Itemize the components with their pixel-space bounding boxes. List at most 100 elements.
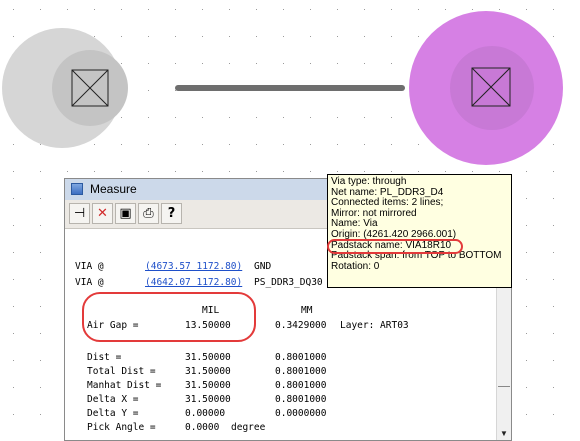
delta-y-mil: 0.00000 xyxy=(185,408,226,419)
grid-dot xyxy=(310,144,311,145)
grid-dot xyxy=(40,9,41,10)
grid-dot xyxy=(553,171,554,172)
grid-dot xyxy=(364,63,365,64)
grid-dot xyxy=(391,36,392,37)
grid-dot xyxy=(202,144,203,145)
grid-dot xyxy=(229,9,230,10)
manhat-dist-mm: 0.8001000 xyxy=(275,380,327,391)
grid-dot xyxy=(40,333,41,334)
grid-dot xyxy=(553,333,554,334)
grid-dot xyxy=(148,90,149,91)
via-info-tooltip: Via type: through Net name: PL_DDR3_D4 C… xyxy=(327,174,512,288)
grid-dot xyxy=(526,387,527,388)
grid-dot xyxy=(337,171,338,172)
grid-dot xyxy=(256,9,257,10)
pick-angle-value: 0.0000 xyxy=(185,422,220,433)
grid-dot xyxy=(553,9,554,10)
grid-dot xyxy=(13,333,14,334)
help-icon[interactable]: ? xyxy=(161,203,182,224)
grid-dot xyxy=(175,171,176,172)
total-dist-label: Total Dist = xyxy=(87,366,156,377)
dist-mil: 31.50000 xyxy=(185,352,231,363)
tooltip-line: Via type: through xyxy=(331,176,407,187)
grid-dot xyxy=(13,198,14,199)
grid-dot xyxy=(499,9,500,10)
grid-dot xyxy=(553,252,554,253)
grid-dot xyxy=(13,225,14,226)
grid-dot xyxy=(526,171,527,172)
close-icon[interactable]: ✕ xyxy=(92,203,113,224)
grid-dot xyxy=(283,171,284,172)
grid-dot xyxy=(445,9,446,10)
grid-dot xyxy=(13,252,14,253)
air-gap-highlight xyxy=(82,292,256,342)
save-icon[interactable]: ▣ xyxy=(115,203,136,224)
grid-dot xyxy=(526,333,527,334)
delta-y-mm: 0.0000000 xyxy=(275,408,327,419)
grid-dot xyxy=(40,225,41,226)
grid-dot xyxy=(256,117,257,118)
unit-mm-header: MM xyxy=(301,305,313,316)
grid-dot xyxy=(13,279,14,280)
grid-dot xyxy=(13,414,14,415)
grid-dot xyxy=(418,36,419,37)
via-row-1-coord[interactable]: (4673.57 1172.80) xyxy=(145,261,242,272)
grid-dot xyxy=(526,414,527,415)
grid-dot xyxy=(553,306,554,307)
grid-dot xyxy=(553,225,554,226)
grid-dot xyxy=(310,36,311,37)
via-row-2-net: PS_DDR3_DQ30 xyxy=(254,277,323,288)
grid-dot xyxy=(94,9,95,10)
grid-dot xyxy=(553,198,554,199)
grid-dot xyxy=(121,171,122,172)
grid-dot xyxy=(67,171,68,172)
grid-dot xyxy=(526,306,527,307)
padstack-highlight xyxy=(327,239,463,254)
grid-dot xyxy=(256,36,257,37)
grid-dot xyxy=(256,63,257,64)
air-gap-mm: 0.3429000 xyxy=(275,320,327,331)
grid-dot xyxy=(121,117,122,118)
air-gap-layer: Layer: ART03 xyxy=(340,320,409,331)
grid-dot xyxy=(364,117,365,118)
total-dist-mil: 31.50000 xyxy=(185,366,231,377)
grid-dot xyxy=(391,117,392,118)
grid-dot xyxy=(202,63,203,64)
grid-dot xyxy=(364,9,365,10)
delta-x-mm: 0.8001000 xyxy=(275,394,327,405)
grid-dot xyxy=(148,36,149,37)
total-dist-mm: 0.8001000 xyxy=(275,366,327,377)
grid-dot xyxy=(418,9,419,10)
grid-dot xyxy=(526,252,527,253)
grid-dot xyxy=(229,36,230,37)
grid-dot xyxy=(175,117,176,118)
pin-icon[interactable]: ⊣ xyxy=(69,203,90,224)
manhat-dist-label: Manhat Dist = xyxy=(87,380,162,391)
grid-dot xyxy=(121,144,122,145)
tooltip-line: Rotation: 0 xyxy=(331,260,380,272)
dist-mm: 0.8001000 xyxy=(275,352,327,363)
grid-dot xyxy=(526,279,527,280)
grid-dot xyxy=(364,144,365,145)
grid-dot xyxy=(13,9,14,10)
grid-dot xyxy=(40,171,41,172)
grid-dot xyxy=(283,144,284,145)
scroll-down-arrow-icon[interactable]: ▼ xyxy=(500,429,508,438)
print-icon[interactable]: ⎙ xyxy=(138,203,159,224)
via-row-2-coord[interactable]: (4642.07 1172.80) xyxy=(145,277,242,288)
grid-dot xyxy=(553,36,554,37)
via-row-2-label: VIA @ xyxy=(75,277,104,288)
grid-dot xyxy=(418,171,419,172)
grid-dot xyxy=(553,414,554,415)
grid-dot xyxy=(67,9,68,10)
grid-dot xyxy=(553,387,554,388)
grid-dot xyxy=(418,144,419,145)
grid-dot xyxy=(337,144,338,145)
grid-dot xyxy=(229,117,230,118)
grid-dot xyxy=(148,117,149,118)
grid-dot xyxy=(40,387,41,388)
grid-dot xyxy=(283,117,284,118)
grid-dot xyxy=(94,36,95,37)
grid-dot xyxy=(472,9,473,10)
grid-dot xyxy=(310,9,311,10)
